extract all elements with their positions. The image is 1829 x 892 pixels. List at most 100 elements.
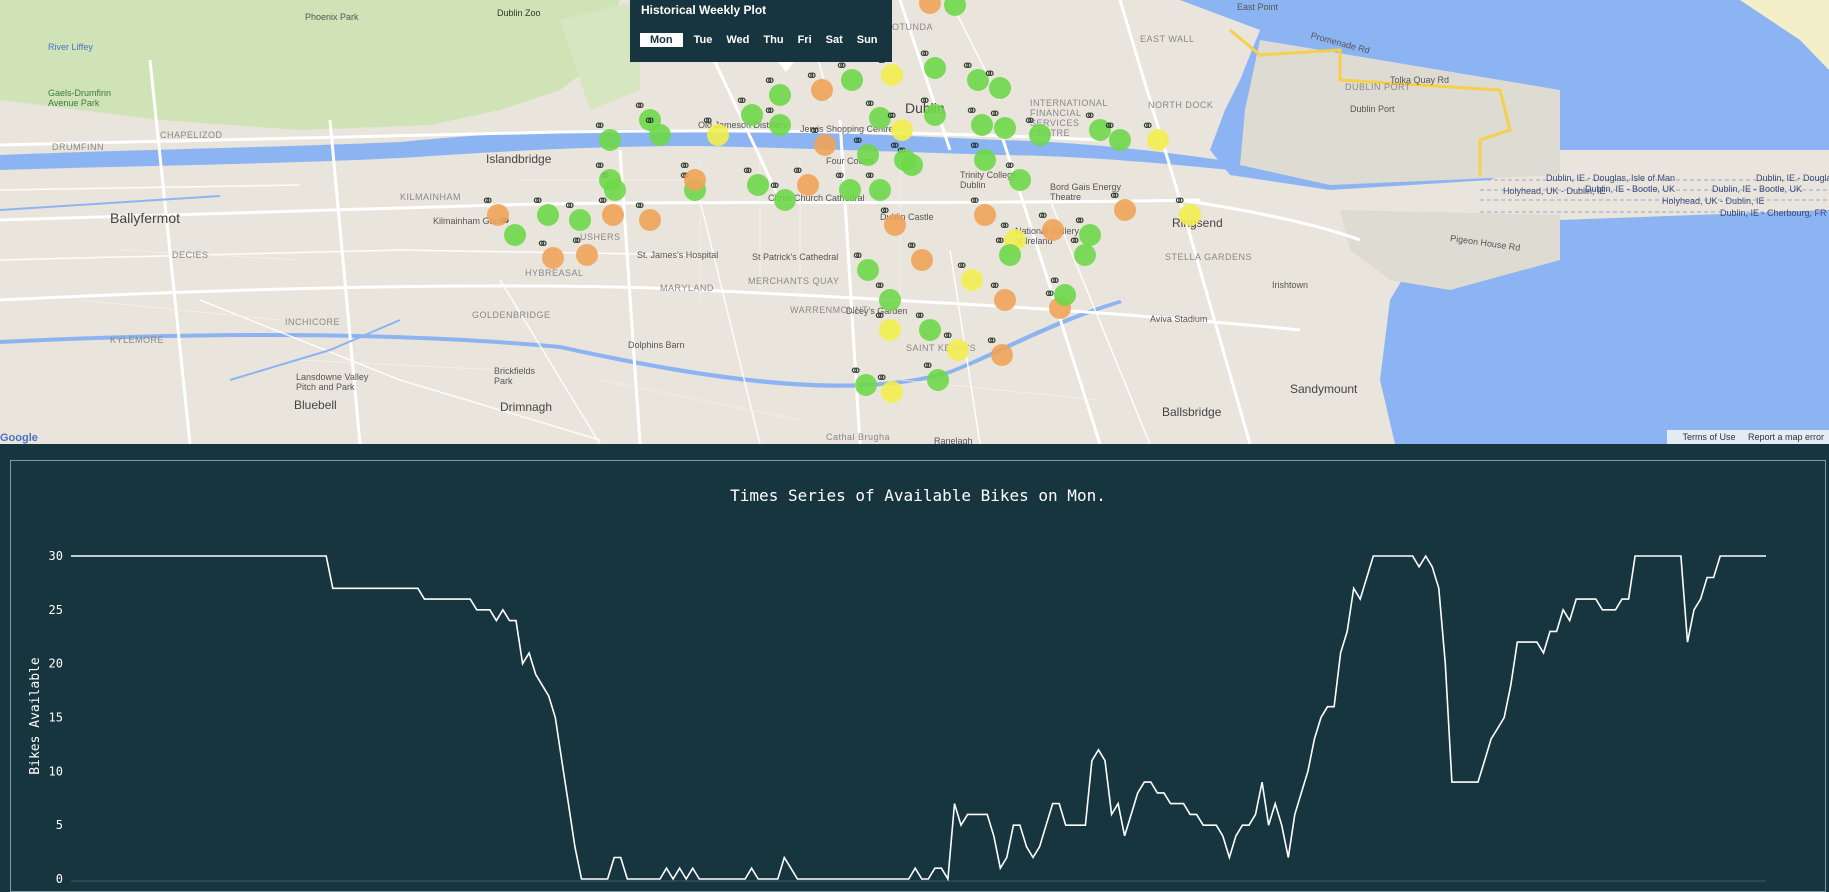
day-button-sat[interactable]: Sat <box>819 33 850 47</box>
bike-station-marker[interactable]: ⚭ <box>835 59 863 91</box>
day-button-fri[interactable]: Fri <box>791 33 819 47</box>
map-view[interactable]: Phoenix Park Dublin Zoo River Liffey Gae… <box>0 0 1829 444</box>
bike-station-marker[interactable]: ⚭ <box>791 164 819 196</box>
bike-station-marker[interactable]: ⚭ <box>768 179 796 211</box>
bike-station-marker[interactable]: ⚭ <box>701 114 729 146</box>
bike-station-marker[interactable]: ⚭ <box>1103 119 1131 151</box>
bike-icon: ⚭ <box>593 118 607 135</box>
bike-station-marker[interactable]: ⚭ <box>955 259 983 291</box>
bike-station-marker[interactable]: ⚭ <box>593 119 621 151</box>
bike-station-marker[interactable]: ⚭ <box>888 139 916 171</box>
bike-station-marker[interactable]: ⚭ <box>1048 274 1076 306</box>
shipping-label: Dublin, IE - Bootle, UK <box>1712 184 1803 194</box>
map-label: ROTUNDA <box>885 22 933 32</box>
map-label: Phoenix Park <box>305 12 359 22</box>
bike-station-marker[interactable]: ⚭ <box>918 94 946 126</box>
bike-icon: ⚭ <box>905 238 919 255</box>
bike-station-marker[interactable]: ⚭ <box>878 204 906 236</box>
day-button-sun[interactable]: Sun <box>850 33 885 47</box>
bike-station-marker[interactable]: ⚭ <box>531 194 559 226</box>
bike-station-marker[interactable]: ⚭ <box>863 169 891 201</box>
bike-station-marker[interactable]: ⚭ <box>1108 189 1136 221</box>
bike-station-marker[interactable]: ⚭ <box>873 309 901 341</box>
bike-station-marker[interactable]: ⚭ <box>563 199 591 231</box>
map-label: MERCHANTS QUAY <box>748 276 840 286</box>
bike-station-marker[interactable]: ⚭ <box>1173 194 1201 226</box>
bike-station-marker[interactable]: ⚭ <box>1141 119 1169 151</box>
map-label: Lansdowne Valley Pitch and Park <box>296 372 369 392</box>
bike-station-marker[interactable]: ⚭ <box>808 124 836 156</box>
bike-station-marker[interactable]: ⚭ <box>833 169 861 201</box>
terms-link[interactable]: Terms of Use <box>1682 432 1735 442</box>
bike-station-marker[interactable]: ⚭ <box>913 309 941 341</box>
bike-station-marker[interactable]: ⚭ <box>1003 159 1031 191</box>
bike-station-marker[interactable]: ⚭ <box>941 329 969 361</box>
bike-station-marker[interactable]: ⚭ <box>993 234 1021 266</box>
map-label: Ballyfermot <box>110 210 181 226</box>
map-label: Ranelagh <box>934 436 973 444</box>
day-button-tue[interactable]: Tue <box>687 33 720 47</box>
map-label: KYLEMORE <box>110 335 165 345</box>
bike-station-marker[interactable]: ⚭ <box>918 47 946 79</box>
bike-station-marker[interactable]: ⚭ <box>968 139 996 171</box>
weekly-plot-panel: Historical Weekly Plot Mon Tue Wed Thu F… <box>630 0 892 62</box>
map-label: CHAPELIZOD <box>160 130 223 140</box>
bike-station-marker[interactable]: ⚭ <box>633 199 661 231</box>
map-label: EAST WALL <box>1140 34 1195 44</box>
bike-icon: ⚭ <box>918 93 932 110</box>
map-label: Cathal Brugha <box>826 432 891 442</box>
bike-station-marker[interactable]: ⚭ <box>875 371 903 403</box>
shipping-label: Holyhead, UK - Dublin, IE <box>1503 186 1606 196</box>
bike-icon: ⚭ <box>791 163 805 180</box>
bike-station-marker[interactable]: ⚭ <box>921 359 949 391</box>
bike-station-marker[interactable]: ⚭ <box>851 134 879 166</box>
bike-icon: ⚭ <box>851 248 865 265</box>
bike-icon: ⚭ <box>985 333 999 350</box>
map-label: DECIES <box>172 250 209 260</box>
bike-station-marker[interactable]: ⚭ <box>1073 214 1101 246</box>
day-button-mon[interactable]: Mon <box>640 33 683 47</box>
bike-icon: ⚭ <box>678 158 692 175</box>
bike-icon: ⚭ <box>643 113 657 130</box>
bike-station-marker[interactable]: ⚭ <box>593 159 621 191</box>
y-tick-label: 30 <box>49 549 63 563</box>
bike-station-marker[interactable]: ⚭ <box>985 334 1013 366</box>
bike-station-marker[interactable]: ⚭ <box>968 194 996 226</box>
bike-station-marker[interactable]: ⚭ <box>596 194 624 226</box>
report-link[interactable]: Report a map error <box>1748 432 1824 442</box>
bike-station-marker[interactable]: ⚭ <box>875 54 903 86</box>
bike-station-marker[interactable]: ⚭ <box>735 94 763 126</box>
bike-station-marker[interactable]: ⚭ <box>1023 114 1051 146</box>
bike-station-marker[interactable]: ⚭ <box>763 104 791 136</box>
bike-station-marker[interactable]: ⚭ <box>905 239 933 271</box>
bike-station-marker[interactable]: ⚭ <box>498 214 526 246</box>
day-button-wed[interactable]: Wed <box>719 33 756 47</box>
bike-station-marker[interactable]: ⚭ <box>988 279 1016 311</box>
bike-station-marker[interactable]: ⚭ <box>481 194 509 226</box>
bike-icon: ⚭ <box>763 103 777 120</box>
map-label: USHERS <box>580 232 621 242</box>
bike-station-marker[interactable]: ⚭ <box>1036 209 1064 241</box>
chart-panel: Times Series of Available Bikes on Mon. … <box>10 460 1826 892</box>
map-label: Irishtown <box>1272 280 1309 290</box>
bike-station-marker[interactable]: ⚭ <box>805 69 833 101</box>
bike-station-marker[interactable]: ⚭ <box>643 114 671 146</box>
bike-station-marker[interactable]: ⚭ <box>983 67 1011 99</box>
bike-station-marker[interactable]: ⚭ <box>536 237 564 269</box>
bike-icon: ⚭ <box>1073 213 1087 230</box>
bike-station-marker[interactable]: ⚭ <box>1068 234 1096 266</box>
shipping-label: Holyhead, UK - Dublin, IE <box>1662 196 1765 206</box>
bike-icon: ⚭ <box>849 363 863 380</box>
day-button-thu[interactable]: Thu <box>756 33 790 47</box>
bike-station-marker[interactable]: ⚭ <box>988 107 1016 139</box>
map-label: WARRENMOUNT <box>790 305 869 315</box>
y-axis-ticks: 0 5 10 15 20 25 30 <box>49 549 63 886</box>
series-line <box>71 554 1766 882</box>
bike-station-marker[interactable]: ⚭ <box>678 159 706 191</box>
bike-station-marker[interactable]: ⚭ <box>849 364 877 396</box>
shipping-label: Dublin, IE - Douglas, Isle of Man <box>1756 173 1829 183</box>
map-label: Dublin Zoo <box>497 8 541 18</box>
bike-station-marker[interactable]: ⚭ <box>570 234 598 266</box>
bike-icon: ⚭ <box>993 233 1007 250</box>
bike-station-marker[interactable]: ⚭ <box>741 164 769 196</box>
